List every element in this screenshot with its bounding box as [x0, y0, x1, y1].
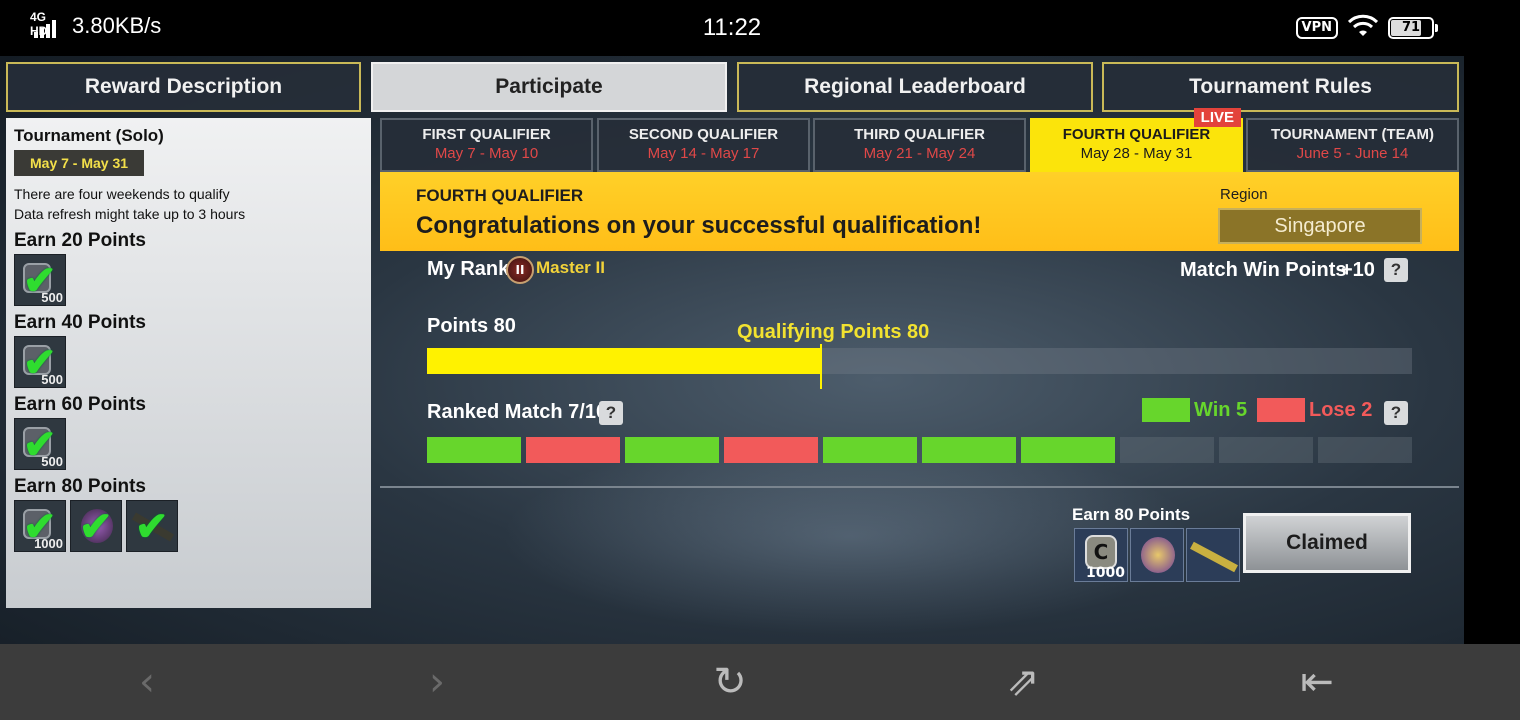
qualifier-dates: May 7 - May 10 — [434, 145, 539, 162]
milestone-label: Earn 20 Points — [14, 230, 146, 251]
vpn-icon: VPN — [1295, 17, 1338, 39]
reward-coin-icon[interactable]: 500 ✔ — [14, 254, 66, 306]
match-result-win — [1021, 437, 1115, 463]
qualifier-tab-team[interactable]: TOURNAMENT (TEAM) June 5 - June 14 — [1246, 118, 1459, 172]
tournament-title: Tournament (Solo) — [14, 126, 164, 145]
qualifier-name: TOURNAMENT (TEAM) — [1270, 126, 1435, 143]
qualifier-name: FIRST QUALIFIER — [422, 126, 551, 143]
battery-level: 71 — [1401, 20, 1421, 35]
lose-count: Lose 2 — [1309, 399, 1373, 421]
status-bar: 4G HD 3.80KB/s 11:22 VPN 71 — [0, 0, 1520, 56]
points-label: Points 80 — [427, 315, 516, 337]
match-win-help-icon[interactable]: ? — [1384, 258, 1408, 282]
info-line: Data refresh might take up to 3 hours — [14, 206, 246, 222]
region-selector[interactable]: Singapore — [1218, 208, 1422, 244]
check-icon: ✔ — [135, 505, 169, 549]
milestone-label: Earn 80 Points — [14, 476, 146, 497]
rank-name: Master II — [536, 258, 605, 277]
tournament-info-panel: Tournament (Solo) May 7 - May 31 There a… — [6, 118, 371, 608]
qualifier-tab-fourth[interactable]: FOURTH QUALIFIER May 28 - May 31 LIVE — [1030, 108, 1243, 172]
qualifier-dates: May 28 - May 31 — [1080, 145, 1193, 162]
check-icon: ✔ — [23, 259, 57, 303]
milestone-60: Earn 60 Points 500 ✔ — [14, 394, 363, 470]
rank-badge-icon: II — [506, 256, 534, 284]
reward-coin-icon[interactable]: 500 ✔ — [14, 418, 66, 470]
lose-legend-swatch — [1257, 398, 1305, 422]
check-icon: ✔ — [79, 505, 113, 549]
exit-icon[interactable]: ⇤ — [1292, 658, 1342, 708]
claim-emblem-icon[interactable] — [1130, 528, 1184, 582]
reward-coin-icon[interactable]: 1000 ✔ — [14, 500, 66, 552]
status-right: VPN 71 — [1295, 14, 1438, 42]
qualifying-marker — [820, 344, 822, 389]
ranked-match-label: Ranked Match 7/10 — [427, 401, 608, 423]
check-icon: ✔ — [23, 423, 57, 467]
tab-tournament-rules[interactable]: Tournament Rules — [1102, 62, 1459, 112]
win-count: Win 5 — [1194, 399, 1248, 421]
points-progress-fill — [427, 348, 821, 374]
my-rank-label: My Rank: — [427, 258, 516, 280]
divider — [380, 486, 1459, 488]
back-icon[interactable]: ‹ — [122, 658, 172, 708]
match-result-lose — [526, 437, 620, 463]
share-icon[interactable]: ⇗ — [998, 658, 1048, 708]
banner-message: Congratulations on your successful quali… — [416, 212, 982, 239]
battery-icon: 71 — [1388, 17, 1438, 39]
qualifier-dates: June 5 - June 14 — [1296, 145, 1409, 162]
tab-participate[interactable]: Participate — [371, 62, 727, 112]
region-label: Region — [1220, 186, 1268, 203]
wifi-icon — [1347, 14, 1379, 42]
refresh-icon[interactable]: ↻ — [705, 658, 755, 708]
match-result-none — [1219, 437, 1313, 463]
live-badge: LIVE — [1193, 108, 1241, 127]
qualifier-dates: May 14 - May 17 — [647, 145, 760, 162]
forward-icon[interactable]: › — [412, 658, 462, 708]
banner-title: FOURTH QUALIFIER — [416, 186, 584, 205]
check-icon: ✔ — [23, 341, 57, 385]
match-result-lose — [724, 437, 818, 463]
match-results-row — [427, 437, 1412, 463]
qualifier-tab-first[interactable]: FIRST QUALIFIER May 7 - May 10 — [380, 118, 593, 172]
qualifying-points-label: Qualifying Points 80 — [737, 321, 930, 343]
qualification-banner: FOURTH QUALIFIER Congratulations on your… — [380, 172, 1459, 251]
win-lose-help-icon[interactable]: ? — [1384, 401, 1408, 425]
reward-gun-skin-icon[interactable]: ✔ — [126, 500, 178, 552]
qualifier-name: SECOND QUALIFIER — [628, 126, 779, 143]
points-progress-bar — [427, 348, 1412, 374]
qualifier-tab-second[interactable]: SECOND QUALIFIER May 14 - May 17 — [597, 118, 810, 172]
claimed-button[interactable]: Claimed — [1243, 513, 1411, 573]
tab-regional-leaderboard[interactable]: Regional Leaderboard — [737, 62, 1093, 112]
claim-coin-icon[interactable]: C 1000 — [1074, 528, 1128, 582]
win-legend-swatch — [1142, 398, 1190, 422]
match-result-none — [1120, 437, 1214, 463]
match-win-points-label: Match Win Points — [1180, 259, 1347, 281]
reward-emblem-icon[interactable]: ✔ — [70, 500, 122, 552]
match-result-none — [1318, 437, 1412, 463]
qualifier-tab-third[interactable]: THIRD QUALIFIER May 21 - May 24 — [813, 118, 1026, 172]
clock: 11:22 — [702, 14, 762, 41]
ranked-match-help-icon[interactable]: ? — [599, 401, 623, 425]
match-win-points-value: +10 — [1341, 259, 1375, 281]
tab-reward-description[interactable]: Reward Description — [6, 62, 361, 112]
info-line: There are four weekends to qualify — [14, 186, 230, 202]
milestone-20: Earn 20 Points 500 ✔ — [14, 230, 363, 306]
browser-bottom-bar: ‹ › ↻ ⇗ ⇤ — [0, 644, 1520, 720]
milestone-label: Earn 40 Points — [14, 312, 146, 333]
milestone-label: Earn 60 Points — [14, 394, 146, 415]
reward-coin-icon[interactable]: 500 ✔ — [14, 336, 66, 388]
qualifier-name: FOURTH QUALIFIER — [1062, 126, 1211, 143]
claim-reward-amount: 1000 — [1086, 565, 1125, 581]
milestone-40: Earn 40 Points 500 ✔ — [14, 312, 363, 388]
qualifier-dates: May 21 - May 24 — [863, 145, 976, 162]
claim-earn-label: Earn 80 Points — [1072, 505, 1191, 524]
match-result-win — [427, 437, 521, 463]
qualifier-name: THIRD QUALIFIER — [854, 126, 985, 143]
check-icon: ✔ — [23, 505, 57, 549]
match-result-win — [922, 437, 1016, 463]
match-result-win — [625, 437, 719, 463]
milestone-80: Earn 80 Points 1000 ✔ ✔ ✔ — [14, 476, 363, 552]
tournament-dates: May 7 - May 31 — [14, 150, 145, 176]
claim-gun-skin-icon[interactable] — [1186, 528, 1240, 582]
match-result-win — [823, 437, 917, 463]
